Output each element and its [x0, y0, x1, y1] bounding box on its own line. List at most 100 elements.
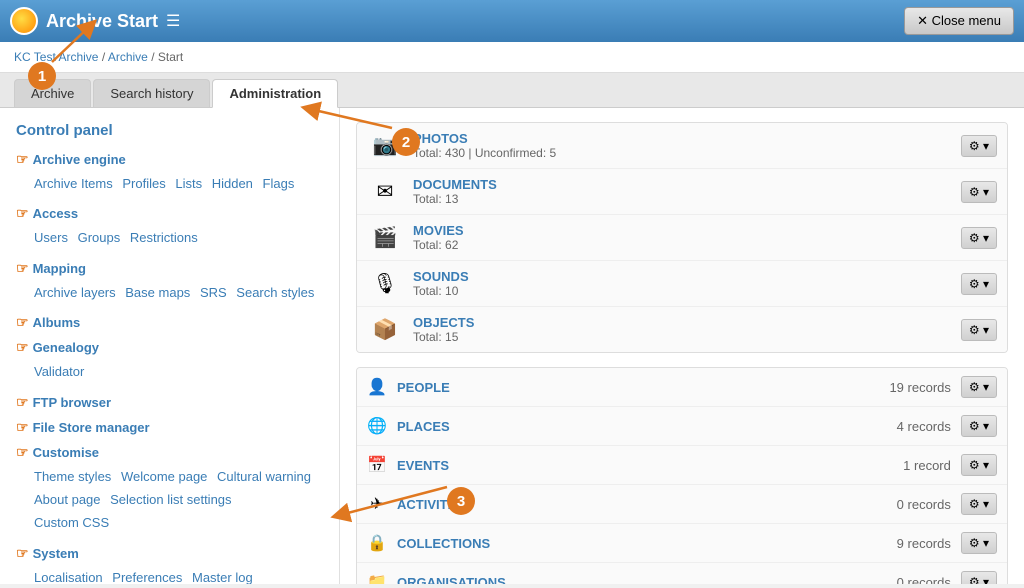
record-row-organisations: 📁 ORGANISATIONS 0 records ⚙ ▾ [357, 563, 1007, 584]
documents-name[interactable]: DOCUMENTS [413, 177, 951, 192]
customise-links: Theme styles Welcome page Cultural warni… [34, 465, 323, 535]
link-archive-layers[interactable]: Archive layers [34, 285, 116, 300]
collections-label[interactable]: COLLECTIONS [397, 536, 887, 551]
section-access: ☞ Access Users Groups Restrictions [16, 205, 323, 249]
link-profiles[interactable]: Profiles [122, 176, 165, 191]
link-lists[interactable]: Lists [175, 176, 202, 191]
activities-icon: ✈ [367, 494, 387, 514]
system-links: Localisation Preferences Master log Tran… [34, 566, 323, 584]
link-base-maps[interactable]: Base maps [125, 285, 190, 300]
link-search-styles[interactable]: Search styles [236, 285, 314, 300]
link-srs[interactable]: SRS [200, 285, 227, 300]
annotation-3: 3 [447, 487, 475, 515]
photos-info: PHOTOS Total: 430 | Unconfirmed: 5 [413, 131, 951, 160]
genealogy-link[interactable]: Genealogy [33, 340, 99, 355]
people-label[interactable]: PEOPLE [397, 380, 879, 395]
events-label[interactable]: EVENTS [397, 458, 893, 473]
albums-link[interactable]: Albums [33, 315, 81, 330]
events-icon: 📅 [367, 455, 387, 475]
collections-icon: 🔒 [367, 533, 387, 553]
hand-icon-9: ☞ [16, 545, 29, 562]
activities-gear-button[interactable]: ⚙ ▾ [961, 493, 997, 515]
mapping-links: Archive layers Base maps SRS Search styl… [34, 281, 323, 304]
app-title: Archive Start [46, 11, 158, 32]
section-ftp: ☞ FTP browser [16, 394, 323, 411]
breadcrumb-archive[interactable]: Archive [108, 50, 148, 64]
breadcrumb: KC Test Archive / Archive / Start [0, 42, 1024, 73]
section-title-genealogy: ☞ Genealogy [16, 339, 323, 356]
documents-info: DOCUMENTS Total: 13 [413, 177, 951, 206]
sounds-info: SOUNDS Total: 10 [413, 269, 951, 298]
places-icon: 🌐 [367, 416, 387, 436]
people-gear-button[interactable]: ⚙ ▾ [961, 376, 997, 398]
ftp-link[interactable]: FTP browser [33, 395, 112, 410]
record-row-collections: 🔒 COLLECTIONS 9 records ⚙ ▾ [357, 524, 1007, 563]
link-about-page[interactable]: About page [34, 492, 101, 507]
close-menu-button[interactable]: ✕ Close menu [904, 7, 1014, 35]
mapping-link[interactable]: Mapping [33, 261, 86, 276]
app-wrapper: Archive Start ☰ ✕ Close menu KC Test Arc… [0, 0, 1024, 588]
control-panel-title: Control panel [16, 122, 323, 139]
collections-count: 9 records [897, 536, 951, 551]
organisations-gear-button[interactable]: ⚙ ▾ [961, 571, 997, 584]
hand-icon-5: ☞ [16, 339, 29, 356]
link-flags[interactable]: Flags [263, 176, 295, 191]
section-albums: ☞ Albums [16, 314, 323, 331]
media-card-documents: ✉ DOCUMENTS Total: 13 ⚙ ▾ [357, 169, 1007, 215]
link-restrictions[interactable]: Restrictions [130, 230, 198, 245]
customise-link[interactable]: Customise [33, 445, 99, 460]
link-archive-items[interactable]: Archive Items [34, 176, 113, 191]
link-validator[interactable]: Validator [34, 364, 84, 379]
annotation-1: 1 [28, 62, 56, 90]
places-gear-button[interactable]: ⚙ ▾ [961, 415, 997, 437]
link-welcome-page[interactable]: Welcome page [121, 469, 207, 484]
breadcrumb-kc[interactable]: KC Test Archive [14, 50, 98, 64]
sounds-name[interactable]: SOUNDS [413, 269, 951, 284]
section-customise: ☞ Customise Theme styles Welcome page Cu… [16, 444, 323, 535]
collections-gear-button[interactable]: ⚙ ▾ [961, 532, 997, 554]
link-master-log[interactable]: Master log [192, 570, 253, 584]
media-card-photos: 📷 PHOTOS Total: 430 | Unconfirmed: 5 ⚙ ▾ [357, 123, 1007, 169]
link-theme-styles[interactable]: Theme styles [34, 469, 111, 484]
events-count: 1 record [903, 458, 951, 473]
top-bar-left: Archive Start ☰ [10, 7, 180, 35]
documents-gear-button[interactable]: ⚙ ▾ [961, 181, 997, 203]
media-card-sounds: 🎙 SOUNDS Total: 10 ⚙ ▾ [357, 261, 1007, 307]
sounds-gear-button[interactable]: ⚙ ▾ [961, 273, 997, 295]
file-store-link[interactable]: File Store manager [33, 420, 150, 435]
archive-engine-link[interactable]: Archive engine [33, 152, 126, 167]
link-selection-list-settings[interactable]: Selection list settings [110, 492, 231, 507]
link-localisation[interactable]: Localisation [34, 570, 103, 584]
documents-icon: ✉ [367, 178, 403, 206]
access-link[interactable]: Access [33, 206, 79, 221]
places-label[interactable]: PLACES [397, 419, 887, 434]
events-gear-button[interactable]: ⚙ ▾ [961, 454, 997, 476]
media-card-objects: 📦 OBJECTS Total: 15 ⚙ ▾ [357, 307, 1007, 352]
organisations-label[interactable]: ORGANISATIONS [397, 575, 887, 585]
photos-gear-button[interactable]: ⚙ ▾ [961, 135, 997, 157]
photos-name[interactable]: PHOTOS [413, 131, 951, 146]
section-title-file-store: ☞ File Store manager [16, 419, 323, 436]
movies-icon: 🎬 [367, 224, 403, 252]
activities-count: 0 records [897, 497, 951, 512]
link-preferences[interactable]: Preferences [112, 570, 182, 584]
movies-gear-button[interactable]: ⚙ ▾ [961, 227, 997, 249]
organisations-count: 0 records [897, 575, 951, 585]
tab-search-history[interactable]: Search history [93, 79, 210, 107]
link-custom-css[interactable]: Custom CSS [34, 515, 109, 530]
hamburger-icon[interactable]: ☰ [166, 11, 180, 31]
link-cultural-warning[interactable]: Cultural warning [217, 469, 311, 484]
system-link[interactable]: System [33, 546, 79, 561]
objects-info: OBJECTS Total: 15 [413, 315, 951, 344]
tab-administration[interactable]: Administration [212, 79, 338, 108]
link-users[interactable]: Users [34, 230, 68, 245]
right-panel: 📷 PHOTOS Total: 430 | Unconfirmed: 5 ⚙ ▾… [340, 108, 1024, 584]
link-hidden[interactable]: Hidden [212, 176, 253, 191]
link-groups[interactable]: Groups [78, 230, 121, 245]
section-title-albums: ☞ Albums [16, 314, 323, 331]
objects-name[interactable]: OBJECTS [413, 315, 951, 330]
hand-icon-4: ☞ [16, 314, 29, 331]
left-panel: Control panel ☞ Archive engine Archive I… [0, 108, 340, 584]
movies-name[interactable]: MOVIES [413, 223, 951, 238]
objects-gear-button[interactable]: ⚙ ▾ [961, 319, 997, 341]
